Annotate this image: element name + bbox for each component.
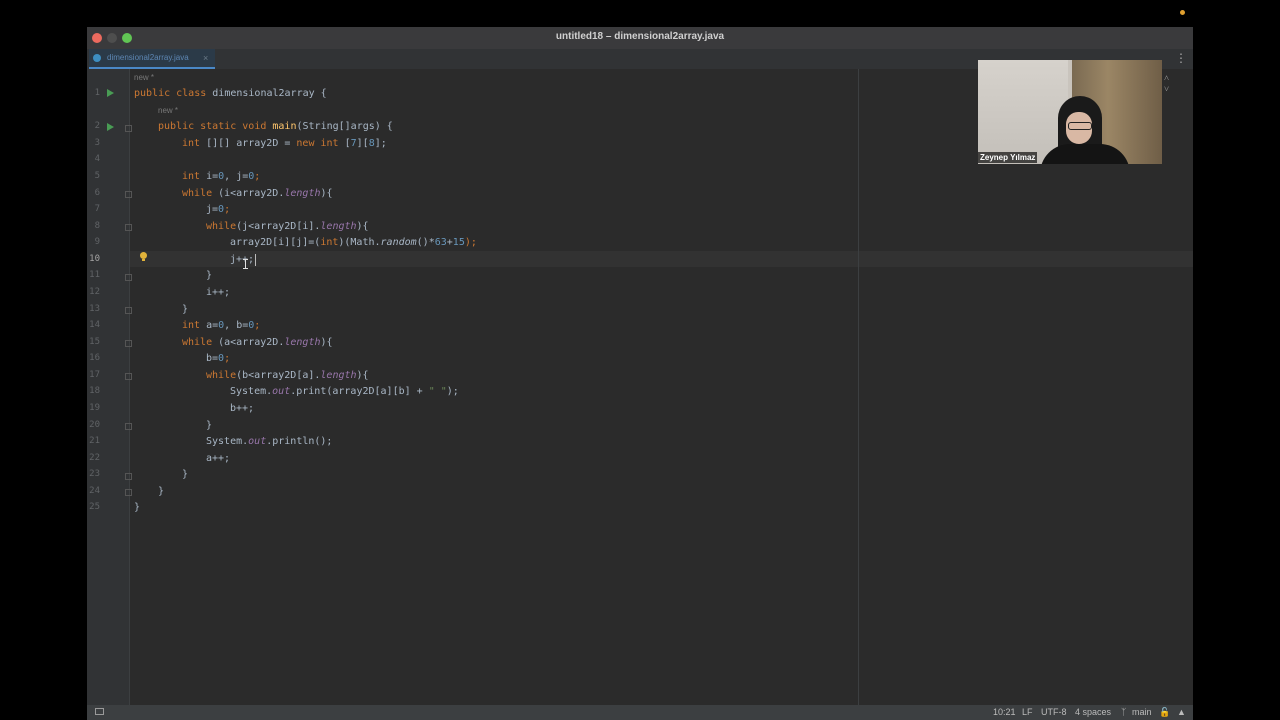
code-line-6: while (i<array2D.length){ <box>182 188 333 199</box>
branch-icon: ᛉ <box>1121 707 1127 717</box>
code-line-9: array2D[i][j]=(int)(Math.random()*63+15)… <box>230 237 477 248</box>
run-main-icon[interactable] <box>107 123 114 131</box>
mouse-ibeam-cursor <box>243 259 248 269</box>
line-number: 15 <box>89 337 100 347</box>
line-number: 22 <box>89 453 100 463</box>
notifications-bell-icon[interactable]: ▲ <box>1177 707 1186 717</box>
code-line-19: b++; <box>230 403 255 414</box>
line-number-current: 10 <box>89 254 100 264</box>
code-line-1: public class dimensional2array { <box>134 88 327 99</box>
line-number: 14 <box>89 320 100 330</box>
fold-marker-icon[interactable] <box>125 423 132 430</box>
code-line-25: } <box>134 502 141 513</box>
code-line-17: while(b<array2D[a].length){ <box>206 370 369 381</box>
code-editor[interactable]: ˄ ˅ 1 2 3 4 5 6 7 8 9 10 11 12 13 14 15 … <box>87 69 1193 705</box>
inlay-hint: new * <box>134 73 155 82</box>
line-number: 16 <box>89 353 100 363</box>
code-line-2: public static void main(String[]args) { <box>158 121 393 132</box>
code-line-14: int a=0, b=0; <box>182 320 261 331</box>
indent-setting[interactable]: 4 spaces <box>1075 707 1111 717</box>
code-line-21: System.out.println(); <box>206 436 333 447</box>
line-number: 4 <box>94 154 100 164</box>
line-number: 13 <box>89 304 100 314</box>
line-number: 3 <box>94 138 100 148</box>
presenter-name: Zeynep Yılmaz <box>978 152 1038 163</box>
code-line-18: System.out.print(array2D[a][b] + " "); <box>230 386 459 397</box>
code-line-16: b=0; <box>206 353 231 364</box>
code-line-5: int i=0, j=0; <box>182 171 261 182</box>
code-line-8: while(j<array2D[i].length){ <box>206 221 369 232</box>
code-line-13: } <box>182 304 189 315</box>
fold-marker-icon[interactable] <box>125 340 132 347</box>
recording-indicator-icon <box>1180 10 1185 15</box>
tool-windows-icon[interactable] <box>95 708 104 715</box>
code-line-23: } <box>182 469 189 480</box>
tab-close-icon[interactable]: × <box>203 49 208 67</box>
fold-marker-icon[interactable] <box>125 191 132 198</box>
tab-dimensional2array[interactable]: dimensional2array.java × <box>89 49 215 69</box>
presenter-glasses <box>1068 122 1092 130</box>
code-line-11: } <box>206 270 213 281</box>
code-line-22: a++; <box>206 453 231 464</box>
code-line-20: } <box>206 420 213 431</box>
line-number: 9 <box>94 237 100 247</box>
line-number: 1 <box>94 88 100 98</box>
inspection-nav-arrows[interactable]: ˄ ˅ <box>1164 73 1193 95</box>
fold-marker-icon[interactable] <box>125 373 132 380</box>
line-number: 2 <box>94 121 100 131</box>
text-caret <box>255 254 256 266</box>
line-number: 25 <box>89 502 100 512</box>
line-number: 8 <box>94 221 100 231</box>
lightbulb-icon[interactable] <box>140 252 147 261</box>
code-line-3: int [][] array2D = new int [7][8]; <box>182 138 387 149</box>
run-class-icon[interactable] <box>107 89 114 97</box>
line-separator[interactable]: LF <box>1022 707 1033 717</box>
fold-marker-icon[interactable] <box>125 125 132 132</box>
line-number: 17 <box>89 370 100 380</box>
code-line-24: } <box>158 486 165 497</box>
caret-position[interactable]: 10:21 <box>993 707 1016 717</box>
code-line-15: while (a<array2D.length){ <box>182 337 333 348</box>
line-number: 5 <box>94 171 100 181</box>
code-line-12: i++; <box>206 287 231 298</box>
java-class-icon <box>93 54 101 62</box>
file-encoding[interactable]: UTF-8 <box>1041 707 1067 717</box>
more-tabs-icon[interactable]: ⋮ <box>1175 51 1187 65</box>
status-bar: 10:21 LF UTF-8 4 spaces ᛉ main 🔓 ▲ <box>87 705 1193 720</box>
code-line-7: j=0; <box>206 204 231 215</box>
fold-marker-icon[interactable] <box>125 224 132 231</box>
inlay-hint: new * <box>158 106 179 115</box>
line-number: 11 <box>89 270 100 280</box>
fold-marker-icon[interactable] <box>125 307 132 314</box>
webcam-overlay: Zeynep Yılmaz <box>978 60 1162 164</box>
tab-label: dimensional2array.java <box>107 53 189 62</box>
line-number: 12 <box>89 287 100 297</box>
line-number: 19 <box>89 403 100 413</box>
line-number: 21 <box>89 436 100 446</box>
fold-marker-icon[interactable] <box>125 489 132 496</box>
line-number: 24 <box>89 486 100 496</box>
title-bar: untitled18 – dimensional2array.java <box>87 27 1193 49</box>
line-number: 6 <box>94 188 100 198</box>
line-number: 18 <box>89 386 100 396</box>
line-number: 23 <box>89 469 100 479</box>
right-margin-guide <box>858 69 859 705</box>
fold-marker-icon[interactable] <box>125 274 132 281</box>
git-branch[interactable]: main <box>1132 707 1152 717</box>
fold-marker-icon[interactable] <box>125 473 132 480</box>
lock-icon[interactable]: 🔓 <box>1159 707 1170 718</box>
line-number: 7 <box>94 204 100 214</box>
line-number: 20 <box>89 420 100 430</box>
window-title: untitled18 – dimensional2array.java <box>555 31 725 42</box>
